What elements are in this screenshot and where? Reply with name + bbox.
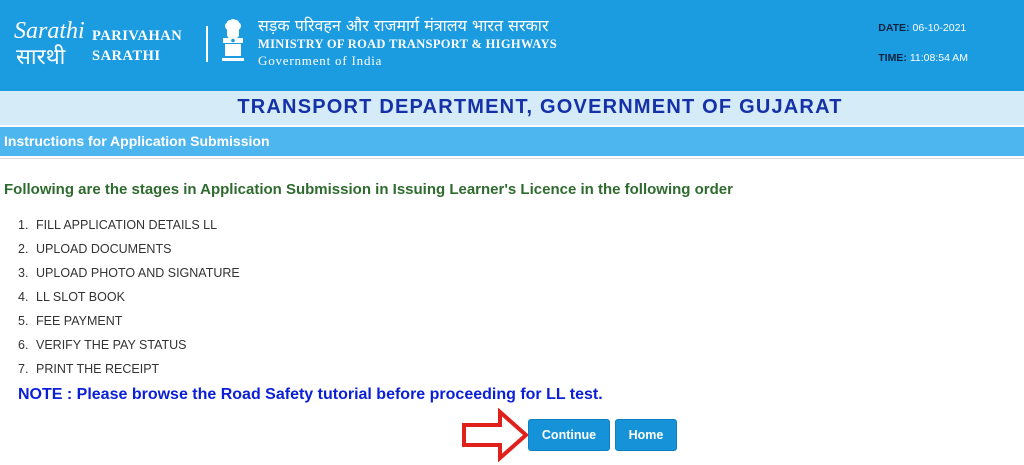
step-number: 6. xyxy=(18,338,29,352)
step-label: FEE PAYMENT xyxy=(36,314,123,328)
ministry-english: MINISTRY OF ROAD TRANSPORT & HIGHWAYS xyxy=(258,37,558,51)
home-button[interactable]: Home xyxy=(615,419,677,451)
step-number: 7. xyxy=(18,362,29,376)
instructions-bar: Instructions for Application Submission xyxy=(0,126,1024,156)
step-number: 3. xyxy=(18,266,29,280)
step-label: UPLOAD PHOTO AND SIGNATURE xyxy=(36,266,240,280)
header-divider xyxy=(206,26,208,62)
divider xyxy=(0,158,1024,159)
step-label: UPLOAD DOCUMENTS xyxy=(36,242,172,256)
list-item: 6. VERIFY THE PAY STATUS xyxy=(18,336,240,360)
time-value: 11:08:54 AM xyxy=(909,52,968,64)
step-number: 5. xyxy=(18,314,29,328)
list-item: 7. PRINT THE RECEIPT xyxy=(18,360,240,384)
list-item: 3. UPLOAD PHOTO AND SIGNATURE xyxy=(18,264,240,288)
stages-heading: Following are the stages in Application … xyxy=(4,181,733,198)
ministry-block: सड़क परिवहन और राजमार्ग मंत्रालय भारत सर… xyxy=(258,16,557,69)
list-item: 5. FEE PAYMENT xyxy=(18,312,240,336)
time-label: TIME: xyxy=(878,52,907,64)
national-emblem-icon xyxy=(222,19,244,61)
step-label: PRINT THE RECEIPT xyxy=(36,362,160,376)
logo-text-hindi: सारथी xyxy=(16,44,66,70)
government-of-india: Government of India xyxy=(258,53,383,68)
step-label: FILL APPLICATION DETAILS LL xyxy=(36,218,218,232)
logo-text: Sarathi xyxy=(14,18,85,44)
road-safety-note: NOTE : Please browse the Road Safety tut… xyxy=(18,386,603,403)
brand-line-2: SARATHI xyxy=(92,48,161,64)
continue-button[interactable]: Continue xyxy=(528,419,610,451)
department-title: TRANSPORT DEPARTMENT, GOVERNMENT OF GUJA… xyxy=(237,96,843,118)
date-value: 06-10-2021 xyxy=(912,22,967,34)
instructions-bar-title: Instructions for Application Submission xyxy=(4,133,270,149)
time-row: TIME: 11:08:54 AM xyxy=(878,52,968,82)
department-banner: TRANSPORT DEPARTMENT, GOVERNMENT OF GUJA… xyxy=(0,91,1024,125)
brand-line-1: PARIVAHAN xyxy=(92,28,183,44)
step-label: VERIFY THE PAY STATUS xyxy=(36,338,187,352)
site-header: Sarathi सारथी PARIVAHAN SARATHI सड़क परि… xyxy=(0,0,1024,91)
sarathi-logo-icon: Sarathi सारथी xyxy=(14,18,85,70)
red-arrow-icon xyxy=(462,408,530,462)
list-item: 2. UPLOAD DOCUMENTS xyxy=(18,240,240,264)
brand-name: PARIVAHAN SARATHI xyxy=(92,26,182,66)
ministry-hindi: सड़क परिवहन और राजमार्ग मंत्रालय भारत सर… xyxy=(258,16,549,35)
list-item: 1. FILL APPLICATION DETAILS LL xyxy=(18,216,240,240)
date-label: DATE: xyxy=(878,22,910,34)
date-row: DATE: 06-10-2021 xyxy=(878,22,968,52)
stages-list: 1. FILL APPLICATION DETAILS LL 2. UPLOAD D… xyxy=(18,216,240,384)
step-label: LL SLOT BOOK xyxy=(36,290,125,304)
step-number: 4. xyxy=(18,290,29,304)
step-number: 2. xyxy=(18,242,29,256)
date-time-block: DATE: 06-10-2021 TIME: 11:08:54 AM xyxy=(878,22,968,82)
step-number: 1. xyxy=(18,218,29,232)
list-item: 4. LL SLOT BOOK xyxy=(18,288,240,312)
